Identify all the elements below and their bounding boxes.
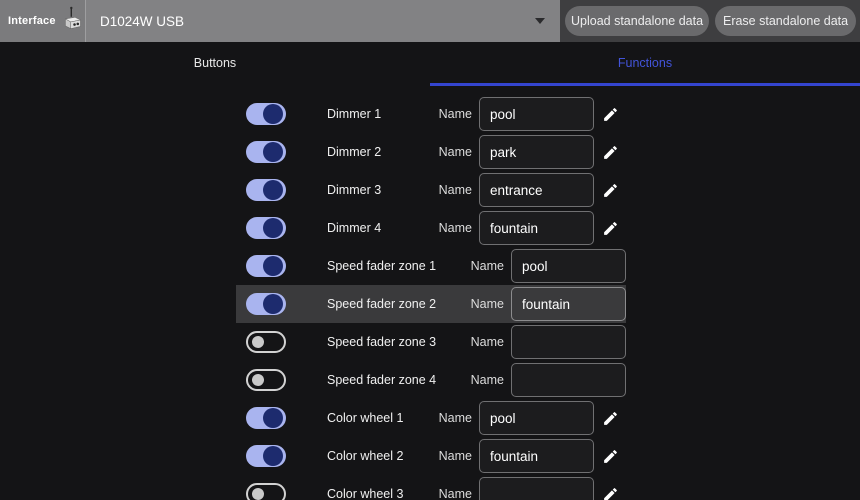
tab-bar: Buttons Functions bbox=[0, 42, 860, 86]
function-row-color-wheel-2: Color wheel 2 Name bbox=[236, 437, 626, 475]
function-label: Speed fader zone 1 bbox=[327, 259, 436, 273]
name-field-label: Name bbox=[439, 107, 472, 121]
function-label: Color wheel 2 bbox=[327, 449, 403, 463]
name-field-label: Name bbox=[439, 183, 472, 197]
toggle-knob bbox=[252, 374, 264, 386]
name-input-dimmer-2[interactable] bbox=[479, 135, 594, 169]
erase-standalone-data-button[interactable]: Erase standalone data bbox=[715, 6, 856, 36]
toggle-knob bbox=[263, 142, 283, 162]
dmx-interface-device-icon bbox=[61, 6, 87, 39]
pencil-icon bbox=[602, 182, 619, 199]
function-row-dimmer-2: Dimmer 2 Name bbox=[236, 133, 626, 171]
header: Interface D1024W USB Upload standalone d… bbox=[0, 0, 860, 42]
toggle-color-wheel-3[interactable] bbox=[246, 483, 286, 500]
name-field-label: Name bbox=[471, 373, 504, 387]
function-label: Dimmer 3 bbox=[327, 183, 381, 197]
name-input-speed-fader-zone-3[interactable] bbox=[511, 325, 626, 359]
name-field-label: Name bbox=[471, 335, 504, 349]
toggle-speed-fader-zone-2[interactable] bbox=[246, 293, 286, 315]
toggle-color-wheel-1[interactable] bbox=[246, 407, 286, 429]
edit-button[interactable] bbox=[594, 182, 626, 199]
pencil-icon bbox=[602, 220, 619, 237]
toggle-dimmer-1[interactable] bbox=[246, 103, 286, 125]
toggle-knob bbox=[263, 408, 283, 428]
function-row-speed-fader-zone-2: Speed fader zone 2 Name bbox=[236, 285, 626, 323]
name-input-speed-fader-zone-2[interactable] bbox=[511, 287, 626, 321]
edit-button[interactable] bbox=[594, 486, 626, 500]
function-label: Dimmer 1 bbox=[327, 107, 381, 121]
upload-standalone-data-button[interactable]: Upload standalone data bbox=[565, 6, 709, 36]
toggle-speed-fader-zone-3[interactable] bbox=[246, 331, 286, 353]
toggle-knob bbox=[252, 336, 264, 348]
toggle-speed-fader-zone-4[interactable] bbox=[246, 369, 286, 391]
name-input-color-wheel-1[interactable] bbox=[479, 401, 594, 435]
function-row-color-wheel-1: Color wheel 1 Name bbox=[236, 399, 626, 437]
function-label: Speed fader zone 4 bbox=[327, 373, 436, 387]
function-label: Color wheel 1 bbox=[327, 411, 403, 425]
edit-button[interactable] bbox=[594, 144, 626, 161]
toggle-knob bbox=[263, 180, 283, 200]
toggle-color-wheel-2[interactable] bbox=[246, 445, 286, 467]
header-actions: Upload standalone data Erase standalone … bbox=[560, 0, 860, 42]
toggle-dimmer-2[interactable] bbox=[246, 141, 286, 163]
pencil-icon bbox=[602, 144, 619, 161]
edit-button[interactable] bbox=[594, 220, 626, 237]
function-label: Speed fader zone 2 bbox=[327, 297, 436, 311]
function-row-dimmer-1: Dimmer 1 Name bbox=[236, 95, 626, 133]
edit-button[interactable] bbox=[594, 106, 626, 123]
toggle-knob bbox=[263, 218, 283, 238]
function-label: Dimmer 4 bbox=[327, 221, 381, 235]
function-label: Dimmer 2 bbox=[327, 145, 381, 159]
name-input-dimmer-4[interactable] bbox=[479, 211, 594, 245]
function-label: Color wheel 3 bbox=[327, 487, 403, 500]
toggle-knob bbox=[263, 294, 283, 314]
name-input-speed-fader-zone-1[interactable] bbox=[511, 249, 626, 283]
function-row-dimmer-4: Dimmer 4 Name bbox=[236, 209, 626, 247]
toggle-speed-fader-zone-1[interactable] bbox=[246, 255, 286, 277]
name-field-label: Name bbox=[439, 411, 472, 425]
pencil-icon bbox=[602, 448, 619, 465]
name-field-label: Name bbox=[439, 221, 472, 235]
function-row-speed-fader-zone-3: Speed fader zone 3 Name bbox=[236, 323, 626, 361]
name-field-label: Name bbox=[439, 487, 472, 500]
name-input-dimmer-1[interactable] bbox=[479, 97, 594, 131]
function-row-speed-fader-zone-1: Speed fader zone 1 Name bbox=[236, 247, 626, 285]
chevron-down-icon bbox=[535, 18, 545, 24]
name-field-label: Name bbox=[439, 145, 472, 159]
functions-list: Dimmer 1 Name Dimmer 2 Name Dimmer 3 Nam… bbox=[236, 95, 626, 500]
function-label: Speed fader zone 3 bbox=[327, 335, 436, 349]
toggle-dimmer-3[interactable] bbox=[246, 179, 286, 201]
toggle-knob bbox=[263, 256, 283, 276]
function-row-speed-fader-zone-4: Speed fader zone 4 Name bbox=[236, 361, 626, 399]
pencil-icon bbox=[602, 486, 619, 500]
edit-button[interactable] bbox=[594, 410, 626, 427]
name-input-color-wheel-2[interactable] bbox=[479, 439, 594, 473]
device-select-value: D1024W USB bbox=[100, 14, 184, 29]
name-field-label: Name bbox=[471, 297, 504, 311]
tab-buttons[interactable]: Buttons bbox=[0, 42, 430, 86]
name-field-label: Name bbox=[471, 259, 504, 273]
interface-label: Interface bbox=[8, 15, 56, 27]
device-select[interactable]: D1024W USB bbox=[85, 0, 560, 42]
toggle-knob bbox=[263, 446, 283, 466]
tab-functions[interactable]: Functions bbox=[430, 42, 860, 86]
name-input-speed-fader-zone-4[interactable] bbox=[511, 363, 626, 397]
pencil-icon bbox=[602, 410, 619, 427]
function-row-color-wheel-3: Color wheel 3 Name bbox=[236, 475, 626, 500]
name-field-label: Name bbox=[439, 449, 472, 463]
function-row-dimmer-3: Dimmer 3 Name bbox=[236, 171, 626, 209]
toggle-knob bbox=[263, 104, 283, 124]
interface-zone: Interface bbox=[0, 0, 85, 42]
toggle-knob bbox=[252, 488, 264, 500]
name-input-color-wheel-3[interactable] bbox=[479, 477, 594, 500]
pencil-icon bbox=[602, 106, 619, 123]
toggle-dimmer-4[interactable] bbox=[246, 217, 286, 239]
name-input-dimmer-3[interactable] bbox=[479, 173, 594, 207]
edit-button[interactable] bbox=[594, 448, 626, 465]
